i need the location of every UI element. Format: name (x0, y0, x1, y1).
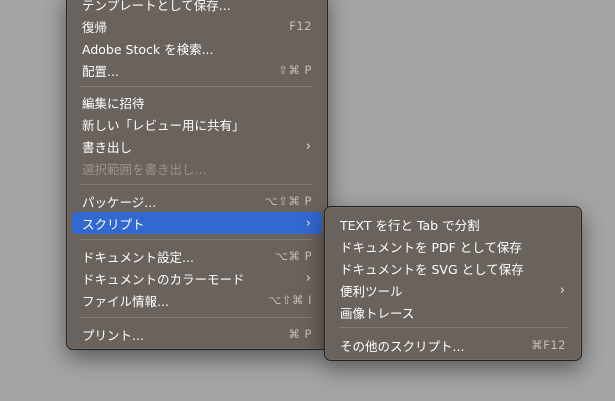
menu-item-place[interactable]: 配置... ⇧⌘ P (72, 59, 322, 81)
menu-item-shortcut: ⌘F12 (531, 338, 566, 352)
menu-item-label: スクリプト (82, 216, 145, 232)
menu-item-label: 復帰 (82, 19, 108, 35)
submenu-item-utility-tools[interactable]: 便利ツール › (330, 279, 576, 301)
menu-item-document-setup[interactable]: ドキュメント設定... ⌥⌘ P (72, 245, 322, 267)
submenu-item-save-as-pdf[interactable]: ドキュメントを PDF として保存 (330, 235, 576, 257)
menu-separator (81, 184, 313, 185)
menu-item-label: 選択範囲を書き出し... (82, 161, 207, 177)
menu-item-label: プリント... (82, 327, 144, 343)
menu-item-shortcut: ⇧⌘ P (278, 63, 312, 77)
menu-item-label: その他のスクリプト... (340, 338, 465, 354)
menu-item-label: 書き出し (82, 139, 133, 155)
menu-item-shortcut: F12 (289, 19, 312, 33)
menu-item-label: TEXT を行と Tab で分割 (340, 217, 480, 233)
menu-separator (81, 86, 313, 87)
submenu-item-save-as-svg[interactable]: ドキュメントを SVG として保存 (330, 257, 576, 279)
menu-item-search-adobe-stock[interactable]: Adobe Stock を検索... (72, 37, 322, 59)
menu-item-shortcut: ⌥⇧⌘ P (264, 194, 312, 208)
menu-item-label: ファイル情報... (82, 293, 169, 309)
menu-item-invite-to-edit[interactable]: 編集に招待 (72, 91, 322, 113)
menu-item-save-as-template[interactable]: テンプレートとして保存... (72, 0, 322, 15)
menu-item-label: 新しい「レビュー用に共有」 (82, 117, 245, 133)
menu-item-label: 編集に招待 (82, 95, 145, 111)
menu-item-shortcut: ⌘ P (288, 327, 312, 341)
menu-item-label: 配置... (82, 63, 119, 79)
menu-separator (81, 239, 313, 240)
scripts-submenu: TEXT を行と Tab で分割 ドキュメントを PDF として保存 ドキュメン… (324, 206, 582, 361)
menu-item-print[interactable]: プリント... ⌘ P (72, 323, 322, 345)
menu-separator (339, 327, 567, 328)
menu-item-label: ドキュメント設定... (82, 249, 194, 265)
chevron-right-icon: › (559, 282, 565, 298)
menu-item-label: Adobe Stock を検索... (82, 41, 214, 57)
chevron-right-icon: › (305, 215, 311, 231)
menu-item-label: 画像トレース (340, 305, 415, 321)
chevron-right-icon: › (305, 270, 311, 286)
menu-item-file-info[interactable]: ファイル情報... ⌥⇧⌘ I (72, 289, 322, 311)
menu-item-label: ドキュメントを PDF として保存 (340, 239, 522, 255)
menu-item-label: パッケージ... (82, 194, 157, 210)
menu-item-label: テンプレートとして保存... (82, 0, 231, 13)
menu-item-revert[interactable]: 復帰 F12 (72, 15, 322, 37)
menu-item-scripts[interactable]: スクリプト › (72, 212, 322, 234)
menu-item-label: ドキュメントのカラーモード (82, 271, 245, 287)
menu-item-export[interactable]: 書き出し › (72, 135, 322, 157)
submenu-item-other-scripts[interactable]: その他のスクリプト... ⌘F12 (330, 334, 576, 356)
menu-item-label: ドキュメントを SVG として保存 (340, 261, 524, 277)
file-menu: テンプレートとして保存... 復帰 F12 Adobe Stock を検索...… (66, 0, 328, 350)
menu-item-share-for-review[interactable]: 新しい「レビュー用に共有」 (72, 113, 322, 135)
menu-item-shortcut: ⌥⇧⌘ I (268, 293, 312, 307)
menu-separator (81, 317, 313, 318)
menu-item-export-selection: 選択範囲を書き出し... (72, 157, 322, 179)
menu-item-label: 便利ツール (340, 283, 403, 299)
submenu-item-split-text[interactable]: TEXT を行と Tab で分割 (330, 213, 576, 235)
chevron-right-icon: › (305, 138, 311, 154)
submenu-item-image-trace[interactable]: 画像トレース (330, 301, 576, 323)
menu-item-document-color-mode[interactable]: ドキュメントのカラーモード › (72, 267, 322, 289)
menu-item-shortcut: ⌥⌘ P (274, 249, 312, 263)
menu-item-package[interactable]: パッケージ... ⌥⇧⌘ P (72, 190, 322, 212)
